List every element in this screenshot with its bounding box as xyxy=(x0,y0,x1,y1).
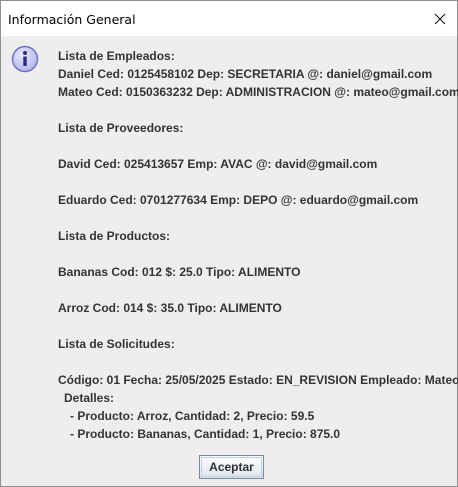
detalle-line: - Producto: Bananas, Cantidad: 1, Precio… xyxy=(70,427,341,441)
solicitudes-header: Lista de Solicitudes: xyxy=(58,337,175,351)
empleado-line: Mateo Ced: 0150363232 Dep: ADMINISTRACIO… xyxy=(58,85,458,99)
close-button[interactable] xyxy=(423,1,457,36)
proveedor-line: Eduardo Ced: 0701277634 Emp: DEPO @: edu… xyxy=(58,193,419,207)
detalle-line: - Producto: Arroz, Cantidad: 2, Precio: … xyxy=(70,409,315,423)
detalles-label: Detalles: xyxy=(64,391,115,405)
empleados-header: Lista de Empleados: xyxy=(58,49,175,63)
producto-line: Bananas Cod: 012 $: 25.0 Tipo: ALIMENTO xyxy=(58,265,301,279)
productos-header: Lista de Productos: xyxy=(58,229,171,243)
info-icon xyxy=(11,45,39,73)
proveedor-line: David Ced: 025413657 Emp: AVAC @: david@… xyxy=(58,157,378,171)
message-area: Lista de Empleados: Daniel Ced: 01254581… xyxy=(58,47,458,443)
window-title: Información General xyxy=(8,12,136,27)
empleado-line: Daniel Ced: 0125458102 Dep: SECRETARIA @… xyxy=(58,67,433,81)
close-icon xyxy=(434,13,446,25)
producto-line: Arroz Cod: 014 $: 35.0 Tipo: ALIMENTO xyxy=(58,301,282,315)
info-dialog: Información General Lista de Empleados: … xyxy=(0,0,458,487)
title-bar[interactable]: Información General xyxy=(1,1,457,36)
proveedores-header: Lista de Proveedores: xyxy=(58,121,184,135)
solicitud-line: Código: 01 Fecha: 25/05/2025 Estado: EN_… xyxy=(58,373,458,387)
accept-button[interactable]: Aceptar xyxy=(199,455,264,479)
